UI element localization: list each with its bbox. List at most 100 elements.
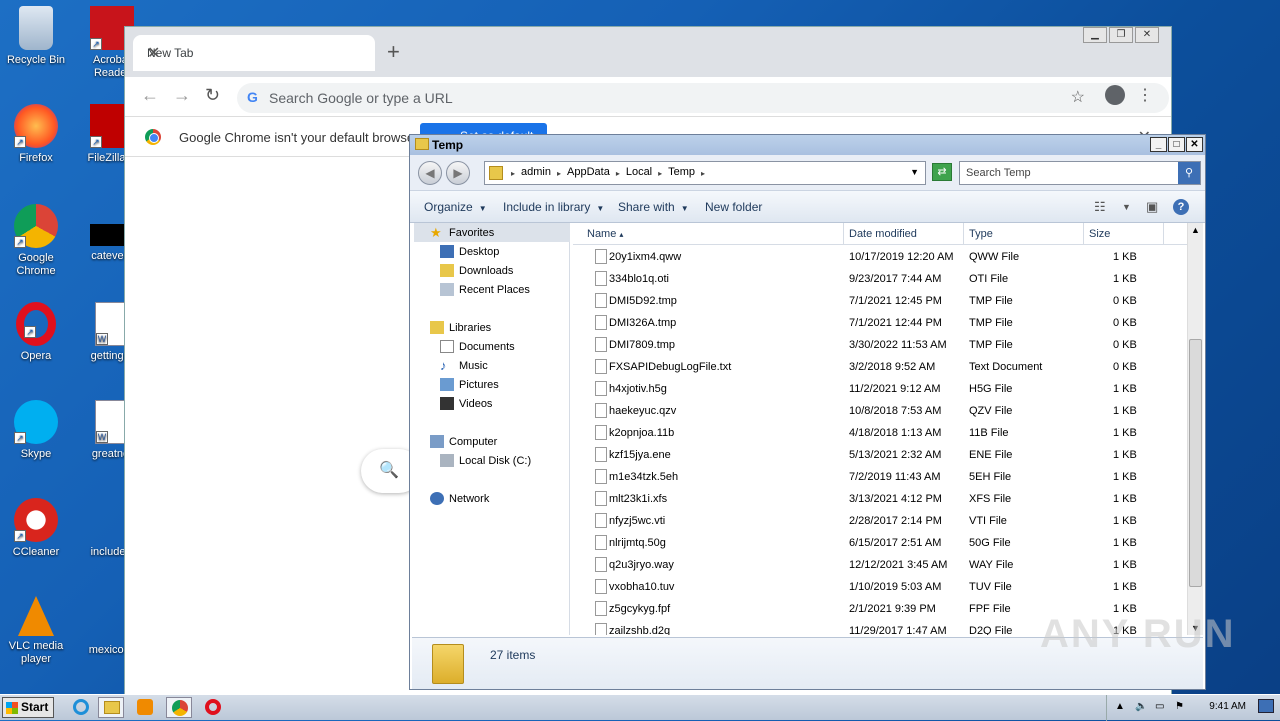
table-row[interactable]: DMI5D92.tmp 7/1/2021 12:45 PM TMP File 0 KB [573, 290, 1189, 312]
breadcrumb-temp[interactable]: Temp [668, 166, 695, 178]
column-divider[interactable] [843, 223, 844, 245]
breadcrumb-arrow-icon[interactable]: ▸ [616, 169, 620, 178]
nav-network[interactable]: Network [430, 492, 489, 505]
nav-favorites[interactable]: ★ Favorites [430, 226, 494, 239]
back-arrow-icon[interactable]: ← [141, 85, 159, 106]
table-row[interactable]: haekeyuc.qzv 10/8/2018 7:53 AM QZV File 1 K… [573, 400, 1189, 422]
table-row[interactable]: mlt23k1i.xfs 3/13/2021 4:12 PM XFS File 1 K… [573, 488, 1189, 510]
close-button[interactable]: ✕ [1135, 27, 1159, 43]
tray-expand-icon[interactable]: ▲ [1115, 701, 1125, 712]
table-row[interactable]: vxobha10.tuv 1/10/2019 5:03 AM TUV File 1 K… [573, 576, 1189, 598]
chevron-down-icon[interactable]: ▼ [1122, 202, 1131, 212]
minimize-button[interactable]: _ [1150, 137, 1167, 152]
desktop-icon-vlc[interactable]: VLC media player [0, 596, 72, 666]
maximize-button[interactable]: ❐ [1109, 27, 1133, 43]
nav-videos[interactable]: Videos [440, 397, 492, 410]
desktop-icon-chrome[interactable]: ↗ Google Chrome [0, 204, 72, 278]
omnibox[interactable]: G Search Google or type a URL [237, 83, 1169, 113]
preview-pane-icon[interactable]: ▣ [1146, 199, 1158, 215]
table-row[interactable]: kzf15jya.ene 5/13/2021 2:32 AM ENE File 1 K… [573, 444, 1189, 466]
file-name: m1e34tzk.5eh [609, 471, 679, 483]
nav-pictures[interactable]: Pictures [440, 378, 499, 391]
include-in-library-button[interactable]: Include in library ▼ [503, 200, 604, 214]
breadcrumb-arrow-icon[interactable]: ▸ [557, 169, 561, 178]
bookmark-star-icon[interactable]: ☆ [1071, 87, 1085, 107]
breadcrumb-local[interactable]: Local [626, 166, 652, 178]
address-bar[interactable]: ▸ admin ▸ AppData ▸ Local ▸ Temp ▸ ▼ [484, 161, 926, 185]
breadcrumb-arrow-icon[interactable]: ▸ [511, 169, 515, 178]
forward-button[interactable]: ▶ [446, 161, 470, 185]
reload-icon[interactable]: ↻ [205, 85, 220, 106]
nav-music[interactable]: ♪ Music [440, 359, 488, 372]
desktop-icon-firefox[interactable]: ↗ Firefox [0, 104, 72, 165]
explorer-taskbar-icon[interactable] [98, 697, 124, 718]
tab-new-tab[interactable]: New Tab ✕ [133, 35, 375, 71]
share-with-button[interactable]: Share with ▼ [618, 200, 689, 214]
clock[interactable]: 9:41 AM [1209, 701, 1246, 712]
breadcrumb-admin[interactable]: admin [521, 166, 551, 178]
search-icon[interactable]: ⚲ [1178, 162, 1200, 184]
table-row[interactable]: DMI7809.tmp 3/30/2022 11:53 AM TMP File 0 K… [573, 334, 1189, 356]
network-tray-icon[interactable]: ▭ [1155, 701, 1164, 712]
new-folder-button[interactable]: New folder [705, 200, 762, 214]
show-desktop-button[interactable] [1258, 699, 1274, 713]
opera-taskbar-icon[interactable] [200, 697, 226, 718]
table-row[interactable]: 20y1ixm4.qww 10/17/2019 12:20 AM QWW File 1… [573, 246, 1189, 268]
table-row[interactable]: q2u3jryo.way 12/12/2021 3:45 AM WAY File 1 … [573, 554, 1189, 576]
column-divider[interactable] [1083, 223, 1084, 245]
table-row[interactable]: k2opnjoa.11b 4/18/2018 1:13 AM 11B File 1 K… [573, 422, 1189, 444]
organize-button[interactable]: Organize ▼ [424, 200, 487, 214]
close-button[interactable]: ✕ [1186, 137, 1203, 152]
desktop-icon-opera[interactable]: ↗ Opera [0, 302, 72, 363]
nav-local-disk[interactable]: Local Disk (C:) [440, 454, 531, 467]
close-tab-icon[interactable]: ✕ [147, 43, 365, 63]
table-row[interactable]: 334blo1q.oti 9/23/2017 7:44 AM OTI File 1 K… [573, 268, 1189, 290]
forward-arrow-icon[interactable]: → [173, 85, 191, 106]
nav-downloads[interactable]: Downloads [440, 264, 513, 277]
address-dropdown-icon[interactable]: ▼ [910, 167, 919, 177]
column-divider[interactable] [963, 223, 964, 245]
breadcrumb-arrow-icon[interactable]: ▸ [658, 169, 662, 178]
breadcrumb-appdata[interactable]: AppData [567, 166, 610, 178]
view-options-icon[interactable]: ☷ [1094, 199, 1106, 215]
column-type[interactable]: Type [969, 228, 993, 240]
scrollbar-thumb[interactable] [1189, 339, 1202, 587]
scroll-up-arrow-icon[interactable]: ▲ [1191, 225, 1200, 235]
breadcrumb-arrow-icon[interactable]: ▸ [701, 169, 705, 178]
new-tab-button[interactable]: + [387, 39, 400, 65]
help-icon[interactable]: ? [1173, 199, 1189, 215]
table-row[interactable]: nfyzj5wc.vti 2/28/2017 2:14 PM VTI File 1 K… [573, 510, 1189, 532]
table-row[interactable]: FXSAPIDebugLogFile.txt 3/2/2018 9:52 AM Te… [573, 356, 1189, 378]
search-temp-input[interactable]: Search Temp ⚲ [959, 161, 1201, 185]
nav-documents[interactable]: Documents [440, 340, 515, 353]
nav-desktop[interactable]: Desktop [440, 245, 499, 258]
desktop-icon-recycle-bin[interactable]: Recycle Bin [0, 6, 72, 67]
nav-libraries[interactable]: Libraries [430, 321, 491, 334]
back-button[interactable]: ◀ [418, 161, 442, 185]
column-date-modified[interactable]: Date modified [849, 228, 917, 240]
minimize-button[interactable]: ▁ [1083, 27, 1107, 43]
column-divider[interactable] [1163, 223, 1164, 245]
media-player-icon[interactable] [132, 697, 158, 718]
table-row[interactable]: DMI326A.tmp 7/1/2021 12:44 PM TMP File 0 KB [573, 312, 1189, 334]
internet-explorer-icon[interactable] [68, 697, 94, 718]
table-row[interactable]: nlrijmtq.50g 6/15/2017 2:51 AM 50G File 1 K… [573, 532, 1189, 554]
vertical-scrollbar[interactable]: ▲ ▼ [1187, 223, 1203, 635]
table-row[interactable]: m1e34tzk.5eh 7/2/2019 11:43 AM 5EH File 1 K… [573, 466, 1189, 488]
flag-icon[interactable]: ⚑ [1175, 701, 1184, 712]
profile-avatar-icon[interactable] [1105, 85, 1125, 105]
desktop-icon-skype[interactable]: ↗ Skype [0, 400, 72, 461]
refresh-icon[interactable]: ⇄ [932, 163, 952, 181]
nav-computer[interactable]: Computer [430, 435, 497, 448]
maximize-button[interactable]: □ [1168, 137, 1185, 152]
table-row[interactable]: h4xjotiv.h5g 11/2/2021 9:12 AM H5G File 1 K… [573, 378, 1189, 400]
start-button[interactable]: Start [2, 697, 54, 718]
desktop-icon-ccleaner[interactable]: ↗ CCleaner [0, 498, 72, 559]
chrome-taskbar-icon[interactable] [166, 697, 192, 718]
nav-recent-places[interactable]: Recent Places [440, 283, 530, 296]
more-menu-icon[interactable]: ⋮ [1137, 85, 1153, 105]
chrome-icon: ↗ [14, 204, 58, 248]
column-name[interactable]: Name ▴ [587, 228, 623, 240]
speaker-icon[interactable]: 🔈 [1135, 701, 1147, 712]
column-size[interactable]: Size [1089, 228, 1110, 240]
